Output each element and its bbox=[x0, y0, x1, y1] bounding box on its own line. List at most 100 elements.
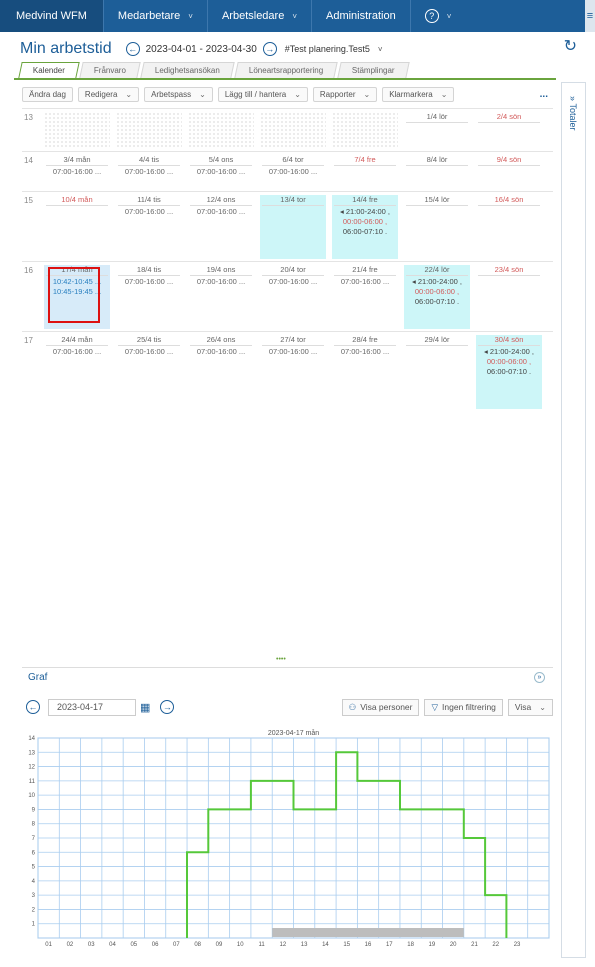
shift-entry[interactable]: 07:00-16:00 ... bbox=[260, 277, 326, 286]
andra-dag-button[interactable]: Ändra dag bbox=[22, 86, 73, 102]
visa-dropdown[interactable]: Visa ⌄ bbox=[507, 698, 553, 716]
x-tick-label: 13 bbox=[301, 942, 308, 948]
staffing-chart: 01 02 03 04 05 06 07 08 09 10 11 12 13 14 15 16 17 18 19 20… bbox=[28, 729, 550, 948]
resize-handle[interactable]: •••• bbox=[276, 656, 294, 663]
nav-medarbetare[interactable]: Medarbetare ˅ bbox=[102, 0, 207, 32]
calendar-day-cell[interactable]: 11/4 tis 07:00-16:00 ... bbox=[116, 195, 182, 259]
nav-administration[interactable]: Administration bbox=[311, 0, 410, 32]
calendar-day-cell[interactable]: 18/4 tis 07:00-16:00 ... bbox=[116, 265, 182, 329]
menu-icon[interactable]: ≡ bbox=[585, 0, 595, 32]
calendar-day-cell[interactable]: 12/4 ons 07:00-16:00 ... bbox=[188, 195, 254, 259]
calendar-day-cell[interactable]: 24/4 mån 07:00-16:00 ... bbox=[44, 335, 110, 409]
shift-entry[interactable]: 07:00-16:00 ... bbox=[188, 167, 254, 176]
calendar-day-cell[interactable]: 10/4 mån bbox=[44, 195, 110, 259]
top-navigation: Medvind WFM Medarbetare ˅ Arbetsledare ˅ A… bbox=[0, 0, 595, 32]
shift-entry[interactable]: 06:00-07:10 . bbox=[332, 227, 398, 236]
calendar-day-cell[interactable]: 3/4 mån 07:00-16:00 ... bbox=[44, 155, 110, 189]
calendar-day-cell[interactable]: 22/4 lör ◂ 21:00-24:00 , 00:00-06:00 , 06:0… bbox=[404, 265, 470, 329]
tab-loneartsrapportering[interactable]: Löneartsrapportering bbox=[234, 62, 338, 78]
calendar-day-cell[interactable]: 4/4 tis 07:00-16:00 ... bbox=[116, 155, 182, 189]
calendar-day-cell[interactable]: 5/4 ons 07:00-16:00 ... bbox=[188, 155, 254, 189]
calendar-day-cell[interactable]: 23/4 sön bbox=[476, 265, 542, 329]
shift-entry[interactable]: 06:00-07:10 . bbox=[404, 297, 470, 306]
tab-ledighetsansokan[interactable]: Ledighetsansökan bbox=[140, 62, 235, 78]
calendar-day-cell[interactable]: 28/4 fre 07:00-16:00 ... bbox=[332, 335, 398, 409]
calendar-day-cell[interactable]: 14/4 fre ◂ 21:00-24:00 , 00:00-06:00 , 06:0… bbox=[332, 195, 398, 259]
calendar-day-cell[interactable]: 1/4 lör bbox=[404, 112, 470, 149]
shift-entry[interactable]: 07:00-16:00 ... bbox=[44, 167, 110, 176]
ingen-filtrering-button[interactable]: ▽ Ingen filtrering bbox=[424, 698, 503, 716]
calendar-day-cell[interactable] bbox=[44, 112, 110, 149]
help-menu[interactable]: ? ˅ bbox=[409, 0, 466, 32]
shift-entry[interactable]: 07:00-16:00 ... bbox=[116, 167, 182, 176]
collapse-icon[interactable]: » bbox=[534, 672, 545, 683]
calendar-day-cell[interactable]: 15/4 lör bbox=[404, 195, 470, 259]
next-day-button[interactable]: → bbox=[160, 700, 175, 714]
calendar-day-cell[interactable]: 20/4 tor 07:00-16:00 ... bbox=[260, 265, 326, 329]
shift-entry[interactable]: 07:00-16:00 ... bbox=[116, 347, 182, 356]
x-tick-label: 07 bbox=[173, 942, 180, 948]
calendar-day-cell[interactable]: 7/4 fre bbox=[332, 155, 398, 189]
redigera-dropdown[interactable]: Redigera ⌄ bbox=[77, 86, 140, 102]
shift-entry[interactable]: 07:00-16:00 ... bbox=[116, 207, 182, 216]
graph-date-input[interactable]: 2023-04-17 bbox=[48, 698, 136, 716]
calendar-day-cell[interactable]: 29/4 lör bbox=[404, 335, 470, 409]
calendar-day-cell[interactable]: 30/4 sön ◂ 21:00-24:00 , 00:00-06:00 , 06:0… bbox=[476, 335, 542, 409]
calendar-day-cell[interactable] bbox=[116, 112, 182, 149]
calendar-day-cell[interactable]: 21/4 fre 07:00-16:00 ... bbox=[332, 265, 398, 329]
shift-entry[interactable]: ◂ 21:00-24:00 , bbox=[332, 207, 398, 216]
calendar-icon[interactable]: ▦ bbox=[140, 701, 150, 714]
shift-entry[interactable]: 06:00-07:10 . bbox=[476, 367, 542, 376]
calendar-day-cell[interactable]: 2/4 sön bbox=[476, 112, 542, 149]
shift-entry[interactable]: 00:00-06:00 , bbox=[476, 357, 542, 366]
calendar-day-cell[interactable]: 9/4 sön bbox=[476, 155, 542, 189]
prev-period-button[interactable]: ← bbox=[125, 42, 140, 56]
group-selector[interactable]: #Test planering.Test5 ˅ bbox=[285, 44, 383, 54]
shift-entry[interactable]: 07:00-16:00 ... bbox=[188, 207, 254, 216]
refresh-icon[interactable]: ↻ bbox=[564, 36, 577, 56]
calendar-day-cell[interactable]: 19/4 ons 07:00-16:00 ... bbox=[188, 265, 254, 329]
tab-franvaro[interactable]: Frånvaro bbox=[79, 62, 141, 78]
more-options-icon[interactable]: ... bbox=[540, 89, 548, 100]
visa-personer-button[interactable]: ⚇ Visa personer bbox=[341, 698, 420, 716]
shift-entry[interactable]: 00:00-06:00 , bbox=[404, 287, 470, 296]
nav-arbetsledare[interactable]: Arbetsledare ˅ bbox=[206, 0, 311, 32]
day-label bbox=[190, 112, 252, 113]
chevron-down-icon: ⌄ bbox=[199, 89, 206, 99]
shift-entry[interactable]: 07:00-16:00 ... bbox=[188, 277, 254, 286]
calendar-day-cell[interactable]: 27/4 tor 07:00-16:00 ... bbox=[260, 335, 326, 409]
klarmarkera-dropdown[interactable]: Klarmarkera ⌄ bbox=[382, 86, 455, 102]
calendar-day-cell[interactable] bbox=[332, 112, 398, 149]
brand-logo[interactable]: Medvind WFM bbox=[0, 0, 103, 32]
shift-entry[interactable]: 07:00-16:00 ... bbox=[44, 347, 110, 356]
tab-kalender[interactable]: Kalender bbox=[18, 62, 80, 78]
totals-panel-label[interactable]: » Totaler bbox=[568, 96, 578, 131]
totals-panel[interactable] bbox=[561, 82, 586, 958]
rapporter-dropdown[interactable]: Rapporter ⌄ bbox=[312, 86, 378, 102]
calendar-day-cell[interactable]: 25/4 tis 07:00-16:00 ... bbox=[116, 335, 182, 409]
calendar-day-cell[interactable]: 26/4 ons 07:00-16:00 ... bbox=[188, 335, 254, 409]
tab-stamplingar[interactable]: Stämplingar bbox=[337, 62, 410, 78]
shift-entry[interactable]: 00:00-06:00 , bbox=[332, 217, 398, 226]
shift-entry[interactable]: 07:00-16:00 ... bbox=[332, 347, 398, 356]
page-header: Min arbetstid ← 2023-04-01 - 2023-04-30 … bbox=[20, 38, 580, 60]
lagg-till-hantera-dropdown[interactable]: Lägg till / hantera ⌄ bbox=[217, 86, 308, 102]
prev-day-button[interactable]: ← bbox=[26, 700, 40, 714]
shift-entry[interactable]: 07:00-16:00 ... bbox=[260, 167, 326, 176]
calendar-day-cell[interactable]: 13/4 tor bbox=[260, 195, 326, 259]
shift-entry[interactable]: 07:00-16:00 ... bbox=[188, 347, 254, 356]
shift-entry[interactable]: ◂ 21:00-24:00 , bbox=[404, 277, 470, 286]
calendar-day-cell[interactable]: 6/4 tor 07:00-16:00 ... bbox=[260, 155, 326, 189]
day-label: 12/4 ons bbox=[190, 195, 252, 206]
shift-entry[interactable]: 07:00-16:00 ... bbox=[260, 347, 326, 356]
shift-entry[interactable]: 07:00-16:00 ... bbox=[116, 277, 182, 286]
shift-entry[interactable]: 07:00-16:00 ... bbox=[332, 277, 398, 286]
calendar-day-cell[interactable]: 16/4 sön bbox=[476, 195, 542, 259]
calendar-day-cell[interactable]: 8/4 lör bbox=[404, 155, 470, 189]
arbetspass-dropdown[interactable]: Arbetspass ⌄ bbox=[144, 86, 213, 102]
shift-entry[interactable]: ◂ 21:00-24:00 , bbox=[476, 347, 542, 356]
calendar-day-cell[interactable] bbox=[260, 112, 326, 149]
next-period-button[interactable]: → bbox=[262, 42, 277, 56]
calendar-day-cell[interactable] bbox=[188, 112, 254, 149]
chart-title: 2023-04-17 mån bbox=[268, 729, 319, 737]
